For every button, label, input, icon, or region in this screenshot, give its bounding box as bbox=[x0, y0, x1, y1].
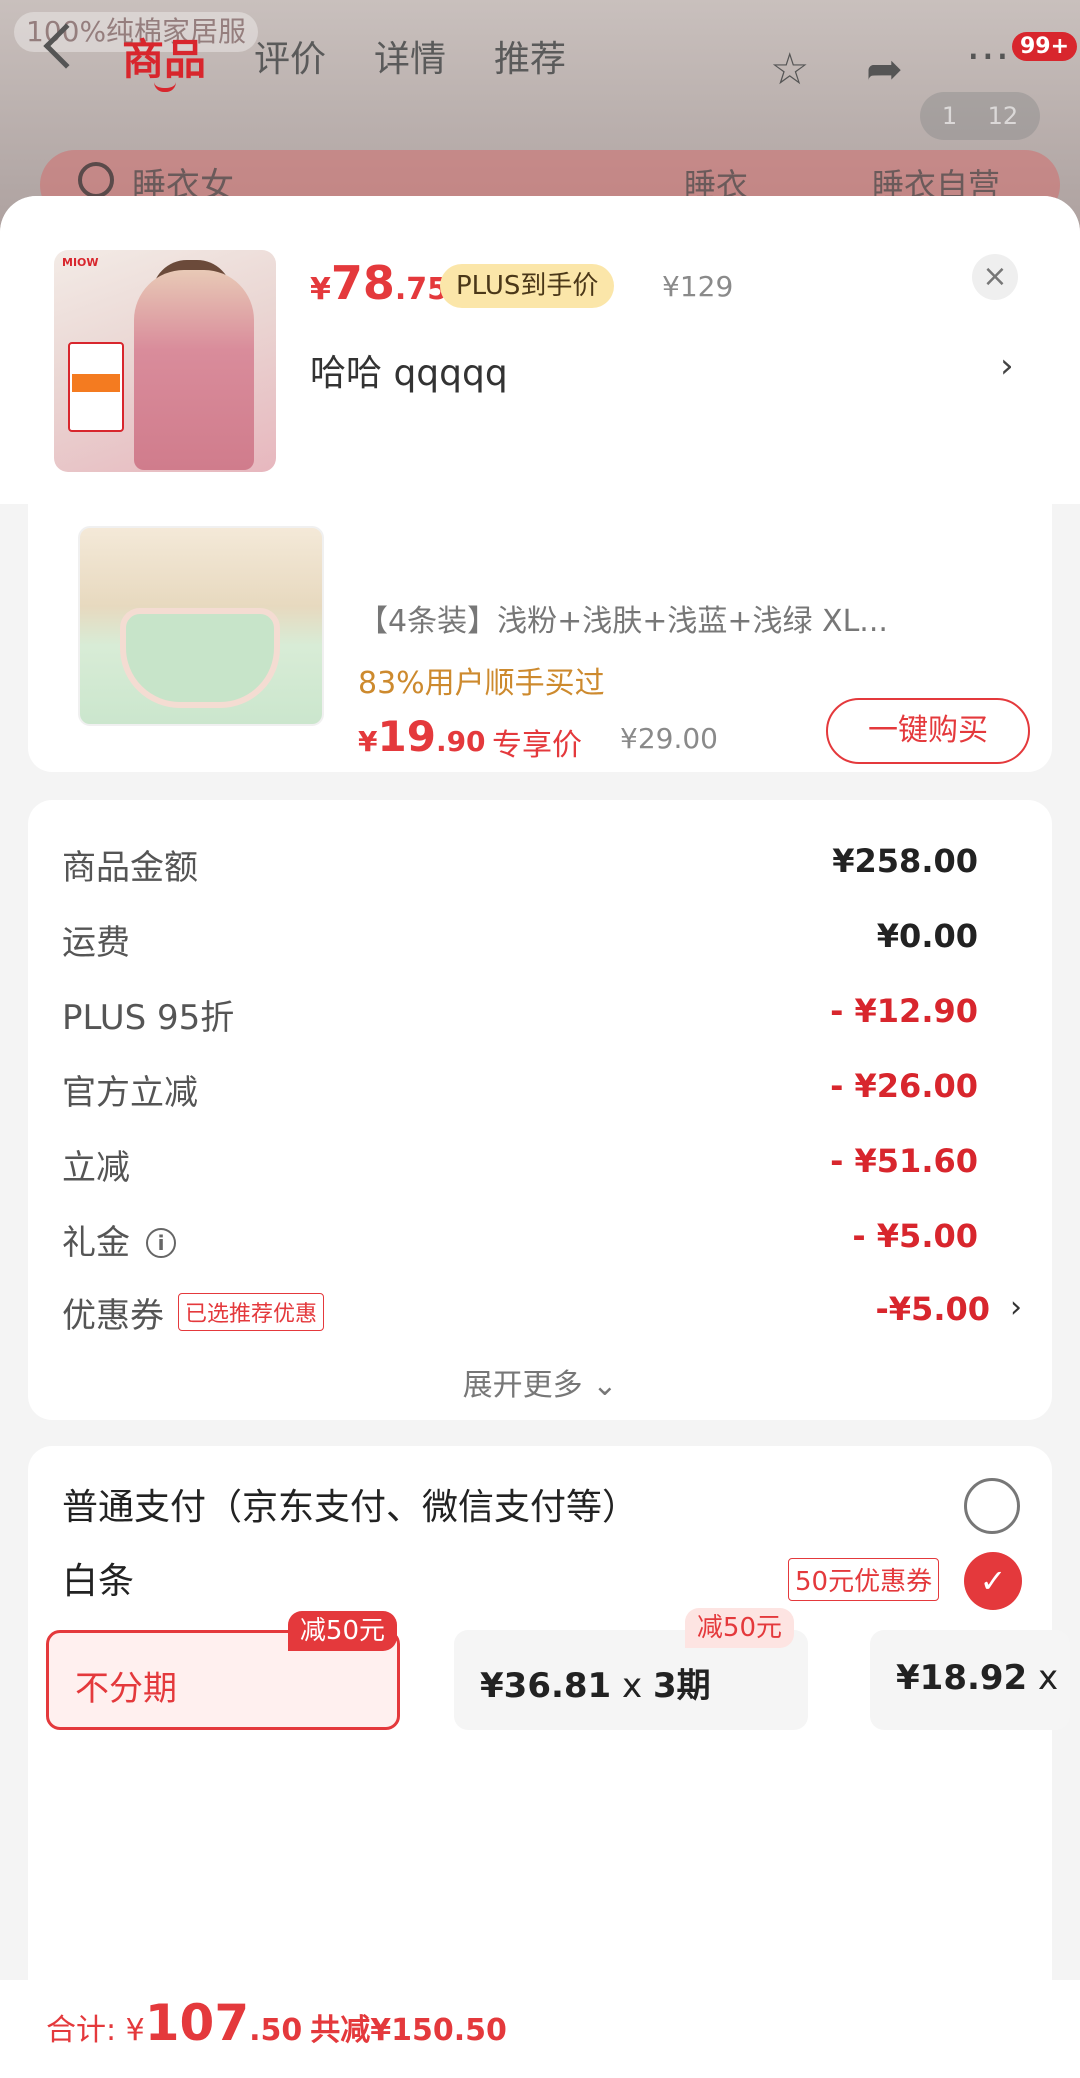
amount-value: - ¥26.00 bbox=[830, 1067, 978, 1105]
amount-value: -¥5.00 bbox=[875, 1290, 991, 1328]
top-nav: 商品 评价 详情 推荐 ☆ ➦ ⋯ 99+ bbox=[0, 20, 1080, 95]
baitiao-radio-checked[interactable]: ✓ bbox=[964, 1552, 1022, 1610]
brand-logo: MIOW bbox=[62, 256, 99, 269]
original-price: ¥129 bbox=[662, 270, 734, 303]
amount-row: 官方立减 - ¥26.00 bbox=[28, 1055, 1052, 1115]
image-pager: 1 12 bbox=[920, 92, 1040, 140]
coupon-row[interactable]: 优惠券 已选推荐优惠 -¥5.00 › bbox=[28, 1278, 1052, 1338]
chevron-right-icon[interactable]: › bbox=[1010, 1290, 1022, 1325]
bottom-total-bar: 合计: ¥107.50 共减¥150.50 bbox=[0, 1980, 1080, 2078]
amount-label: PLUS 95折 bbox=[62, 998, 235, 1038]
expand-more-button[interactable]: 展开更多 ⌄ bbox=[28, 1360, 1052, 1404]
amount-row: PLUS 95折 - ¥12.90 bbox=[28, 980, 1052, 1040]
amount-value: - ¥12.90 bbox=[830, 992, 978, 1030]
close-icon[interactable]: × bbox=[972, 254, 1018, 300]
plus-price-tag: PLUS到手价 bbox=[440, 264, 615, 308]
recommended-coupon-tag: 已选推荐优惠 bbox=[178, 1293, 325, 1331]
amount-row: 运费 ¥0.00 bbox=[28, 905, 1052, 965]
plan-label: ¥36.81 x 3期 bbox=[480, 1666, 711, 1706]
plan-discount-badge: 减50元 bbox=[684, 1608, 794, 1648]
recommend-price: ¥19.90 bbox=[358, 712, 486, 761]
tab-product[interactable]: 商品 bbox=[122, 26, 206, 87]
tab-recommend[interactable]: 推荐 bbox=[494, 30, 566, 82]
amount-row: 立减 - ¥51.60 bbox=[28, 1130, 1052, 1190]
amount-row: 商品金额 ¥258.00 bbox=[28, 830, 1052, 890]
recommend-users-note: 83%用户顺手买过 bbox=[358, 666, 605, 701]
search-icon bbox=[78, 162, 114, 198]
share-icon[interactable]: ➦ bbox=[866, 44, 903, 95]
amount-value: - ¥51.60 bbox=[830, 1142, 978, 1180]
final-price: ¥78.75 bbox=[310, 256, 449, 310]
normal-payment-label[interactable]: 普通支付（京东支付、微信支付等） bbox=[62, 1478, 638, 1530]
amount-label: 运费 bbox=[62, 923, 130, 963]
exclusive-price-label: 专享价 bbox=[492, 728, 582, 763]
baitiao-label[interactable]: 白条 bbox=[62, 1552, 134, 1604]
amount-breakdown-card: 商品金额 ¥258.00 运费 ¥0.00 PLUS 95折 - ¥12.90 … bbox=[28, 800, 1052, 1420]
amount-label: 官方立减 bbox=[62, 1073, 198, 1113]
recommend-product-name: 【4条装】浅粉+浅肤+浅蓝+浅绿 XL... bbox=[358, 604, 888, 639]
amount-label: 商品金额 bbox=[62, 848, 198, 888]
star-icon[interactable]: ☆ bbox=[770, 44, 809, 95]
cart-badge: 99+ bbox=[1012, 32, 1078, 61]
amount-label: 优惠券 已选推荐优惠 bbox=[62, 1288, 325, 1337]
amount-value: - ¥5.00 bbox=[852, 1217, 978, 1255]
sku-selection[interactable]: 哈哈 qqqqq bbox=[310, 344, 508, 396]
sheet-header: MIOW ¥78.75 PLUS到手价 ¥129 × 哈哈 qqqqq › bbox=[0, 196, 1080, 504]
info-icon[interactable]: i bbox=[146, 1228, 176, 1258]
tab-details[interactable]: 详情 bbox=[374, 30, 446, 82]
plan-label: 不分期 bbox=[75, 1669, 177, 1709]
normal-payment-radio[interactable] bbox=[964, 1478, 1020, 1534]
recommend-product-image[interactable] bbox=[78, 526, 324, 726]
back-icon[interactable] bbox=[43, 23, 89, 69]
order-total: 合计: ¥107.50 共减¥150.50 bbox=[46, 1994, 507, 2052]
purchase-sheet: 【4条装】浅粉+浅肤+浅蓝+浅绿 XL... 83%用户顺手买过 ¥19.90 … bbox=[0, 196, 1080, 2078]
plan-label: ¥18.92 x bbox=[896, 1658, 1059, 1698]
installment-plan-6[interactable]: ¥18.92 x bbox=[870, 1630, 1070, 1730]
amount-label: 立减 bbox=[62, 1148, 130, 1188]
plan-discount-badge: 减50元 bbox=[287, 1611, 397, 1651]
installment-plan-none[interactable]: 不分期 减50元 bbox=[46, 1611, 400, 1730]
baitiao-coupon-badge: 50元优惠券 bbox=[788, 1558, 940, 1601]
chevron-right-icon[interactable]: › bbox=[1000, 346, 1014, 386]
product-thumbnail: MIOW bbox=[54, 250, 276, 472]
more-icon[interactable]: ⋯ bbox=[966, 30, 1010, 81]
amount-label: 礼金 i bbox=[62, 1215, 176, 1264]
recommend-original-price: ¥29.00 bbox=[620, 722, 718, 755]
tab-reviews[interactable]: 评价 bbox=[254, 30, 326, 82]
tab-active-indicator bbox=[154, 82, 176, 92]
total-savings: 共减¥150.50 bbox=[310, 2013, 507, 2048]
amount-row: 礼金 i - ¥5.00 bbox=[28, 1205, 1052, 1265]
amount-value: ¥258.00 bbox=[832, 842, 978, 880]
amount-value: ¥0.00 bbox=[876, 917, 978, 955]
installment-plan-3[interactable]: ¥36.81 x 3期 减50元 bbox=[454, 1608, 808, 1730]
one-click-buy-button[interactable]: 一键购买 bbox=[826, 698, 1030, 764]
